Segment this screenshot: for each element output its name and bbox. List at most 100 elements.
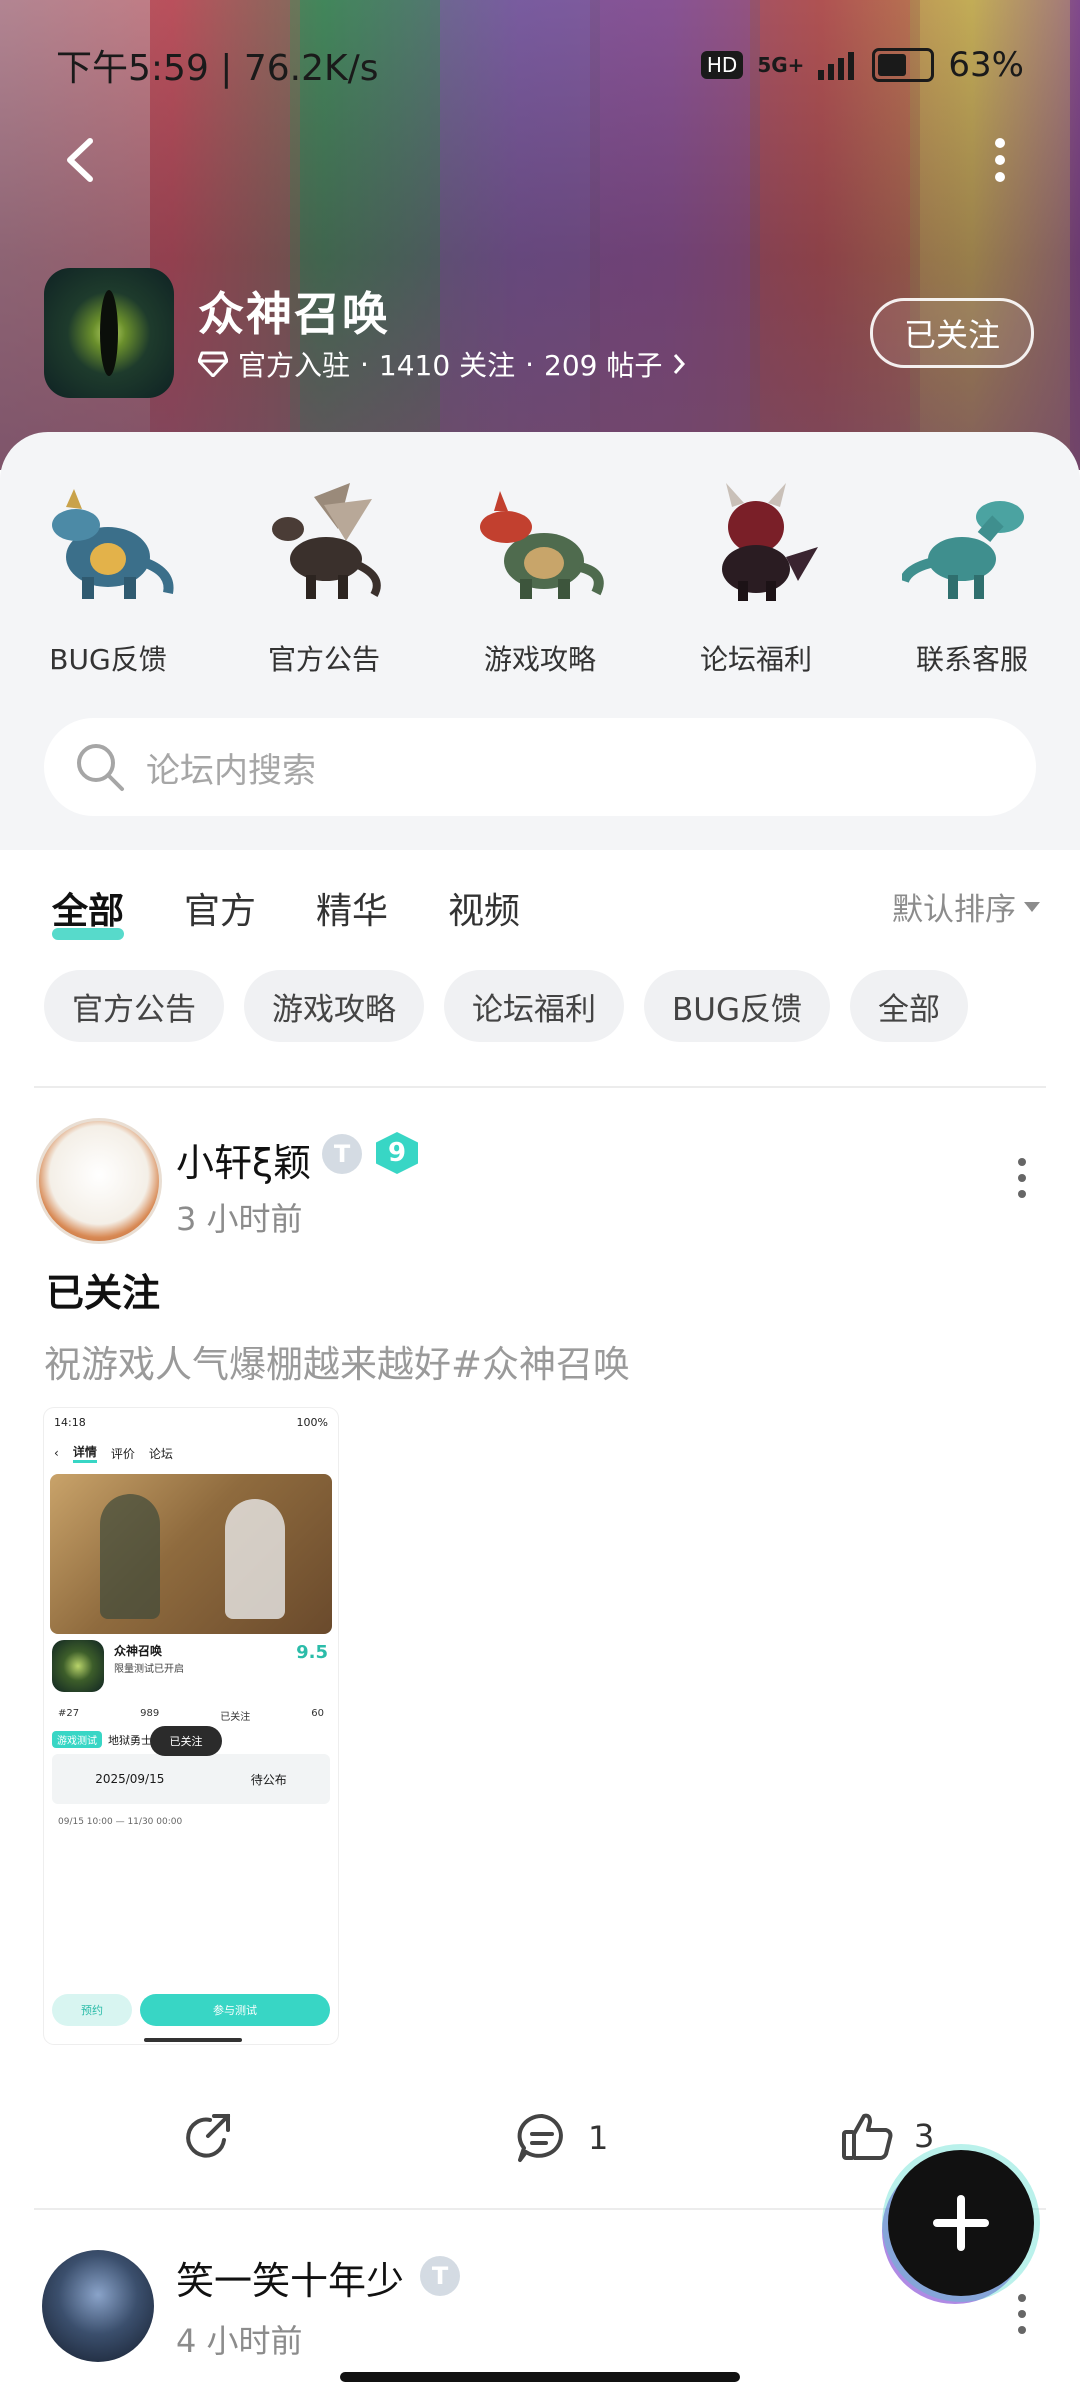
author-name[interactable]: 笑一笑十年少 — [176, 2250, 404, 2305]
like-button[interactable]: 3 — [840, 2108, 934, 2164]
avatar[interactable] — [42, 2250, 154, 2362]
post-title[interactable]: 已关注 — [46, 1262, 160, 1317]
feed-tabs: 全部 官方 精华 视频 默认排序 — [52, 878, 1040, 940]
category-bug-feedback[interactable]: BUG反馈 — [8, 472, 208, 678]
forum-app-icon — [44, 268, 174, 398]
share-icon — [186, 2114, 230, 2158]
post-more-button[interactable] — [1012, 2294, 1032, 2334]
search-icon — [77, 744, 124, 791]
signal-icon — [818, 52, 855, 80]
shot-app-icon — [52, 1640, 104, 1692]
category-label: BUG反馈 — [49, 643, 167, 676]
shot-stat: #27 — [58, 1708, 80, 1719]
post-time: 3 小时前 — [176, 1200, 303, 1238]
tab-all[interactable]: 全部 — [52, 882, 125, 940]
sort-label: 默认排序 — [892, 892, 1016, 928]
filter-chips: 官方公告 游戏攻略 论坛福利 BUG反馈 全部 — [44, 970, 968, 1042]
forum-meta[interactable]: 官方入驻 · 1410 关注 · 209 帖子 — [198, 344, 686, 384]
level-badge: 9 — [376, 1132, 418, 1174]
shot-tab: 论坛 — [148, 1446, 173, 1461]
shot-status-bar: 14:18 100% — [44, 1408, 338, 1436]
posts-count: 209 帖子 — [544, 349, 663, 382]
official-label: 官方入驻 — [238, 349, 351, 382]
battery-icon — [872, 48, 935, 82]
forum-info: 众神召唤 官方入驻 · 1410 关注 · 209 帖子 已关注 — [44, 268, 1034, 398]
shot-info: 09/15 10:00 — 11/30 00:00 — [58, 1817, 183, 1827]
author-name[interactable]: 小轩ξ颖 — [176, 1132, 311, 1187]
category-label: 联系客服 — [915, 643, 1028, 676]
shot-back-icon: ‹ — [54, 1446, 59, 1460]
comment-button[interactable]: 1 — [514, 2110, 608, 2166]
shot-hero-figure — [225, 1499, 285, 1619]
shot-app-name: 众神召唤 — [114, 1644, 163, 1658]
shot-tab: 评价 — [110, 1446, 135, 1461]
shot-stat: 已关注 — [220, 1712, 251, 1723]
post-image[interactable]: 14:18 100% ‹ 详情 评价 论坛 众神召唤 限量测试已开启 9.5 #… — [44, 1408, 338, 2044]
status-bar: 下午5:59 | 76.2K/s HD 5G+ 63% — [56, 40, 1024, 90]
shot-game-banner — [50, 1474, 332, 1634]
chip-all[interactable]: 全部 — [849, 970, 968, 1042]
category-customer-service[interactable]: 联系客服 — [872, 472, 1072, 678]
thumbs-up-icon — [842, 2113, 893, 2160]
shot-date-box: 2025/09/15 待公布 — [52, 1754, 330, 1804]
shot-bottom-bar: 预约 参与测试 — [44, 1990, 338, 2030]
shot-score: 9.5 — [296, 1642, 328, 1663]
category-game-guide[interactable]: 游戏攻略 — [440, 472, 640, 678]
followers-count: 1410 关注 — [378, 349, 516, 382]
post-more-button[interactable] — [1012, 1158, 1032, 1198]
comment-icon — [517, 2113, 563, 2162]
dot — [1018, 2310, 1026, 2318]
shot-home-indicator — [144, 2038, 242, 2042]
category-list: BUG反馈 官方公告 游戏攻略 论坛福利 联系客服 — [0, 472, 1080, 678]
chip-bug-feedback[interactable]: BUG反馈 — [644, 970, 830, 1042]
share-button[interactable] — [180, 2110, 236, 2170]
divider — [34, 1086, 1046, 1088]
back-arrow-icon — [67, 138, 93, 182]
comment-count: 1 — [588, 2119, 609, 2157]
search-placeholder: 论坛内搜索 — [146, 750, 316, 791]
category-official-notice[interactable]: 官方公告 — [224, 472, 424, 678]
shot-hero-figure — [100, 1494, 160, 1619]
tab-featured[interactable]: 精华 — [316, 882, 388, 934]
create-post-button[interactable] — [888, 2150, 1034, 2296]
avatar[interactable] — [36, 1118, 162, 1244]
tab-video[interactable]: 视频 — [448, 882, 520, 934]
like-count: 3 — [914, 2117, 935, 2155]
network-icon: 5G+ — [757, 53, 805, 77]
title-badge: T — [322, 1134, 362, 1174]
sort-dropdown[interactable]: 默认排序 — [892, 884, 1040, 929]
dot — [1018, 2294, 1026, 2302]
post-body[interactable]: 祝游戏人气爆棚越来越好#众神召唤 — [44, 1334, 630, 1388]
category-forum-welfare[interactable]: 论坛福利 — [656, 472, 856, 678]
chip-official-notice[interactable]: 官方公告 — [44, 970, 224, 1042]
dark-dragon-icon — [681, 472, 831, 612]
status-time: 下午5:59 | 76.2K/s — [56, 48, 379, 89]
top-nav — [50, 130, 1030, 190]
diamond-icon — [198, 351, 228, 377]
shot-nav: ‹ 详情 评价 论坛 — [44, 1436, 338, 1470]
shot-date-end: 待公布 — [250, 1772, 287, 1787]
shot-time: 14:18 — [54, 1415, 86, 1429]
chevron-right-icon — [674, 354, 686, 374]
dot — [1018, 2326, 1026, 2334]
home-indicator[interactable] — [340, 2372, 740, 2382]
status-icons: HD 5G+ 63% — [700, 45, 1024, 85]
follow-button[interactable]: 已关注 — [870, 298, 1034, 368]
category-panel: BUG反馈 官方公告 游戏攻略 论坛福利 联系客服 论坛内搜索 — [0, 432, 1080, 850]
tab-official[interactable]: 官方 — [184, 882, 256, 934]
shot-toast: 已关注 — [150, 1726, 222, 1756]
category-label: 游戏攻略 — [483, 643, 596, 676]
back-button[interactable] — [50, 130, 110, 190]
post-time: 4 小时前 — [176, 2322, 303, 2360]
forum-search-input[interactable]: 论坛内搜索 — [44, 718, 1036, 816]
hd-icon: HD — [700, 51, 744, 79]
chip-forum-welfare[interactable]: 论坛福利 — [444, 970, 624, 1042]
category-label: 官方公告 — [267, 643, 380, 676]
dot — [1018, 1190, 1026, 1198]
shot-battery: 100% — [296, 1415, 328, 1429]
battery-level — [878, 54, 907, 76]
chip-game-guide[interactable]: 游戏攻略 — [244, 970, 424, 1042]
shot-stats: #27 989 已关注 60 — [58, 1708, 324, 1723]
more-menu-button[interactable] — [970, 130, 1030, 190]
teal-dinosaur-icon — [897, 472, 1047, 612]
